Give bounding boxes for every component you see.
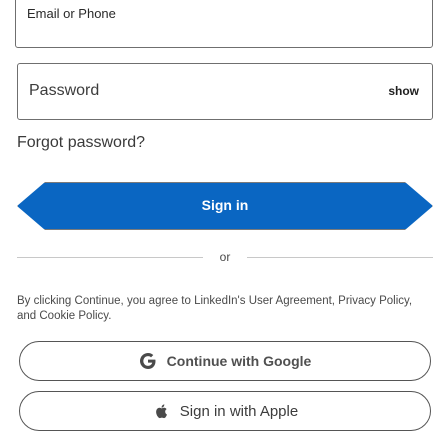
- email-field[interactable]: Email or Phone: [15, 0, 433, 48]
- apple-icon: [152, 402, 170, 420]
- divider-line: [247, 257, 433, 258]
- password-field[interactable]: Password show: [17, 63, 433, 120]
- google-button-label: Continue with Google: [166, 353, 312, 369]
- continue-with-google-button[interactable]: Continue with Google: [19, 341, 431, 381]
- forgot-password-link[interactable]: Forgot password?: [17, 134, 145, 152]
- sign-in-with-apple-button[interactable]: Sign in with Apple: [19, 391, 431, 431]
- or-divider: or: [17, 250, 433, 264]
- show-password-button[interactable]: show: [388, 84, 419, 98]
- sign-in-button-label: Sign in: [201, 197, 249, 213]
- password-field-label: Password: [29, 82, 100, 99]
- sign-in-button[interactable]: Sign in: [17, 182, 433, 230]
- legal-text: By clicking Continue, you agree to Linke…: [17, 295, 413, 322]
- email-field-label: Email or Phone: [27, 6, 116, 21]
- google-icon: [139, 352, 157, 370]
- apple-button-label: Sign in with Apple: [179, 402, 299, 420]
